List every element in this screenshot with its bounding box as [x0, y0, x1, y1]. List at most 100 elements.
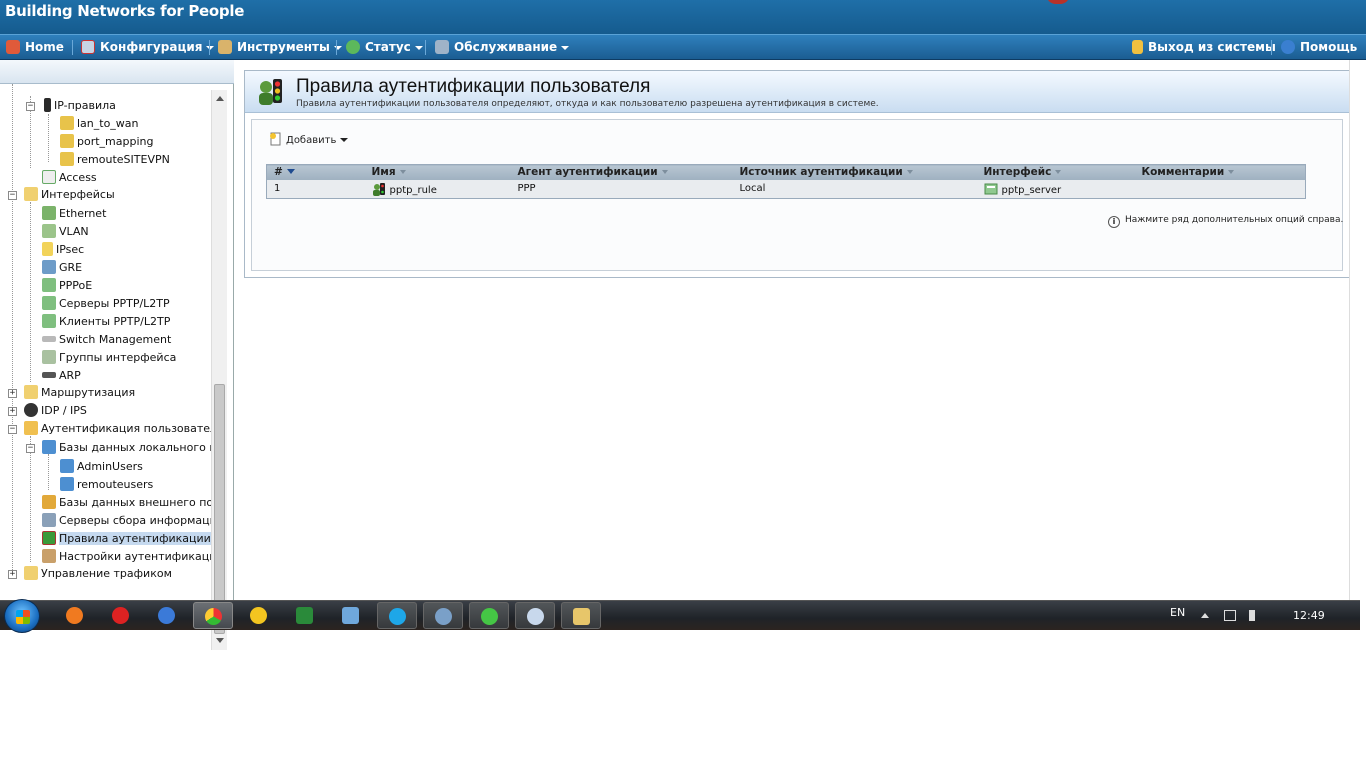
table-row[interactable]: 1 pptp_rule PPP Local pptp_server: [266, 179, 1306, 199]
taskbar-app-uv[interactable]: [285, 602, 325, 629]
tree-item-interface-groups[interactable]: Группы интерфейса: [42, 349, 176, 367]
tree-item-arp[interactable]: ARP: [42, 367, 81, 385]
rules-table: # Имя Агент аутентификации Источник ауте…: [266, 164, 1306, 199]
tree-item-info-servers[interactable]: Серверы сбора информации: [42, 512, 212, 530]
clock[interactable]: 12:49: [1293, 609, 1325, 622]
taskbar-app-network[interactable]: [331, 602, 371, 629]
tools-icon: [218, 40, 232, 54]
user-db-icon: [60, 477, 74, 491]
scrollbar-thumb[interactable]: [214, 384, 225, 634]
collapse-toggle[interactable]: −: [8, 425, 17, 434]
taskbar-app-icq[interactable]: [469, 602, 509, 629]
tree-item-auth-settings[interactable]: Настройки аутентификации: [42, 548, 212, 566]
expand-toggle[interactable]: +: [8, 407, 17, 416]
scroll-up-icon[interactable]: [216, 96, 224, 101]
add-button[interactable]: Добавить: [269, 132, 349, 146]
tree-item-auth-rules[interactable]: Правила аутентификации пол: [42, 530, 212, 548]
cell-agent: PPP: [510, 179, 733, 199]
start-button[interactable]: [4, 599, 40, 633]
sort-icon: [906, 170, 913, 175]
tree-item-external-user-dbs[interactable]: Базы данных внешнего польз: [42, 494, 212, 512]
taskbar-app-vpn[interactable]: [423, 602, 463, 629]
folder-icon: [24, 385, 38, 399]
tree-item-ethernet[interactable]: Ethernet: [42, 205, 106, 223]
menu-maintenance[interactable]: Обслуживание: [435, 35, 570, 59]
menu-configuration[interactable]: Конфигурация: [81, 35, 215, 59]
cell-comments: [1134, 179, 1306, 199]
menu-logout[interactable]: Выход из системы: [1132, 35, 1276, 59]
column-header-num[interactable]: #: [266, 164, 365, 180]
column-header-agent[interactable]: Агент аутентификации: [510, 164, 733, 180]
sort-icon: [399, 170, 406, 175]
collapse-toggle[interactable]: −: [26, 102, 35, 111]
tree-item-lan-to-wan[interactable]: lan_to_wan: [60, 115, 139, 133]
column-header-name[interactable]: Имя: [364, 164, 511, 180]
tree-item-pptp-servers[interactable]: Серверы PPTP/L2TP: [42, 295, 170, 313]
menu-help[interactable]: Помощь: [1281, 35, 1357, 59]
expand-toggle[interactable]: +: [8, 570, 17, 579]
tree-item-ipsec[interactable]: IPsec: [42, 241, 84, 259]
info-icon: i: [1108, 216, 1120, 228]
tree-item-adminusers[interactable]: AdminUsers: [60, 458, 143, 476]
language-indicator[interactable]: EN: [1170, 606, 1185, 619]
tree-line: [12, 84, 13, 572]
menu-status[interactable]: Статус: [346, 35, 423, 59]
tree-item-remouteusers[interactable]: remouteusers: [60, 476, 153, 494]
tree-item-gre[interactable]: GRE: [42, 259, 82, 277]
sort-down-icon: [286, 169, 295, 175]
table-header-row: # Имя Агент аутентификации Источник ауте…: [266, 164, 1306, 180]
navigation-tree-panel: − IP-правила lan_to_wan port_mapping rem…: [0, 60, 234, 650]
tree-item-traffic-management[interactable]: Управление трафиком: [24, 565, 172, 583]
sort-icon: [1055, 170, 1062, 175]
collapse-toggle[interactable]: −: [8, 191, 17, 200]
taskbar-app-explorer[interactable]: [561, 602, 601, 629]
menu-home[interactable]: Home: [6, 35, 64, 59]
column-header-interface[interactable]: Интерфейс: [976, 164, 1135, 180]
menu-tools[interactable]: Инструменты: [218, 35, 342, 59]
tree-item-label: Серверы сбора информации: [59, 514, 212, 527]
content-scrollbar[interactable]: [1349, 60, 1360, 600]
taskbar-app-red[interactable]: [101, 602, 141, 629]
tree-item-interfaces[interactable]: Интерфейсы: [24, 186, 115, 204]
expand-toggle[interactable]: +: [8, 389, 17, 398]
tree-item-label: Маршрутизация: [41, 386, 136, 399]
column-header-label: Комментарии: [1141, 166, 1225, 179]
taskbar-app-chrome[interactable]: [193, 602, 233, 629]
taskbar-app-1c[interactable]: [239, 602, 279, 629]
ethernet-icon: [42, 206, 56, 220]
column-header-source[interactable]: Источник аутентификации: [732, 164, 977, 180]
tree-item-pppoe[interactable]: PPPoE: [42, 277, 92, 295]
tree-item-label: Серверы PPTP/L2TP: [59, 297, 170, 310]
red-app-icon: [112, 607, 129, 624]
tree-line: [30, 202, 31, 382]
tree-item-routing[interactable]: Маршрутизация: [24, 384, 135, 402]
tray-expand-icon[interactable]: [1201, 613, 1209, 618]
client-icon: [42, 314, 56, 328]
tree-item-label: IP-правила: [54, 99, 116, 112]
network-tray-icon[interactable]: [1224, 610, 1236, 621]
tree-item-access[interactable]: Access: [42, 169, 97, 187]
page-header: Правила аутентификации пользователя Прав…: [245, 71, 1349, 113]
tree-item-ip-rules[interactable]: IP-правила: [40, 97, 116, 115]
column-header-comments[interactable]: Комментарии: [1134, 164, 1306, 180]
taskbar-app-firefox[interactable]: [147, 602, 187, 629]
scroll-down-icon[interactable]: [216, 638, 224, 643]
tree-item-label: Правила аутентификации пол: [59, 532, 212, 545]
tree-item-user-authentication[interactable]: Аутентификация пользователя: [24, 420, 212, 438]
taskbar-app-skype[interactable]: [377, 602, 417, 629]
auth-rules-header-icon: [259, 79, 282, 105]
tree-item-idp-ips[interactable]: IDP / IPS: [24, 402, 87, 420]
page-title: Правила аутентификации пользователя: [296, 76, 651, 97]
tree-item-local-user-dbs[interactable]: Базы данных локального поль: [42, 439, 212, 457]
tree-item-label: Ethernet: [59, 207, 107, 220]
taskbar-app-help[interactable]: [55, 602, 95, 629]
tree-item-switch-management[interactable]: Switch Management: [42, 331, 171, 349]
volume-icon[interactable]: [1249, 610, 1255, 621]
tree-item-port-mapping[interactable]: port_mapping: [60, 133, 153, 151]
taskbar-app-paint[interactable]: [515, 602, 555, 629]
tree-item-pptp-clients[interactable]: Клиенты PPTP/L2TP: [42, 313, 170, 331]
tree-scrollbar[interactable]: [211, 90, 227, 650]
tree-item-vlan[interactable]: VLAN: [42, 223, 89, 241]
tree-item-remoute-sitevpn[interactable]: remouteSITEVPN: [60, 151, 170, 169]
collapse-toggle[interactable]: −: [26, 444, 35, 453]
